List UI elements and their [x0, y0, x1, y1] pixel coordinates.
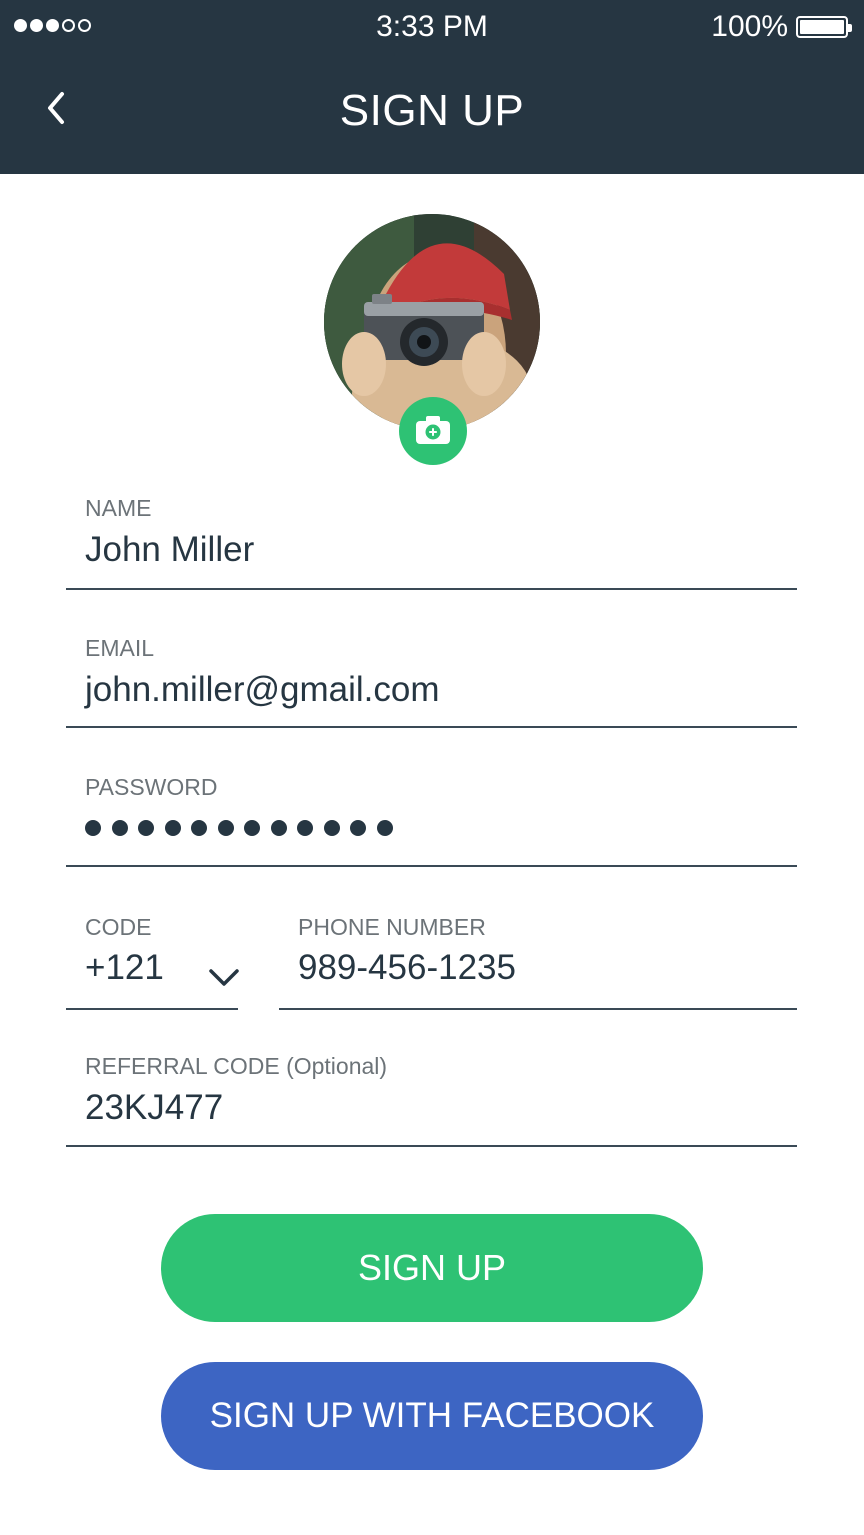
status-bar: 3:33 PM 100%: [0, 0, 864, 56]
password-mask-dot: [164, 820, 181, 836]
password-mask-dot: [297, 820, 313, 836]
password-mask-dot: [138, 820, 154, 836]
password-label: PASSWORD: [85, 774, 218, 800]
password-mask-dot: [244, 820, 260, 836]
password-input[interactable]: [85, 820, 393, 836]
change-photo-button[interactable]: [399, 397, 467, 465]
phone-field[interactable]: PHONE NUMBER 989-456-1235: [279, 908, 797, 1010]
page-title: SIGN UP: [339, 86, 525, 135]
password-mask-dot: [85, 820, 101, 836]
referral-label: REFERRAL CODE (Optional): [85, 1053, 388, 1079]
name-field[interactable]: NAME John Miller: [66, 490, 797, 590]
phone-label: PHONE NUMBER: [298, 914, 486, 940]
referral-code-field[interactable]: REFERRAL CODE (Optional) 23KJ477: [66, 1048, 797, 1147]
referral-input[interactable]: 23KJ477: [85, 1088, 223, 1128]
chevron-down-icon: [209, 969, 239, 986]
password-mask-dot: [323, 820, 340, 836]
email-input[interactable]: john.miller@gmail.com: [85, 670, 440, 710]
password-mask-dot: [191, 820, 207, 836]
password-mask-dot: [376, 820, 393, 836]
code-dropdown-button[interactable]: [206, 964, 242, 990]
battery-percentage: 100%: [711, 10, 788, 43]
name-input[interactable]: John Miller: [85, 530, 254, 570]
password-field[interactable]: PASSWORD: [66, 770, 797, 867]
password-mask-dot: [111, 820, 128, 836]
password-mask-dot: [217, 820, 234, 836]
code-label: CODE: [85, 914, 152, 940]
email-field[interactable]: EMAIL john.miller@gmail.com: [66, 630, 797, 728]
code-value[interactable]: +121: [85, 948, 164, 988]
app-header: 3:33 PM 100% SIGN UP: [0, 0, 864, 174]
name-label: NAME: [85, 495, 152, 521]
password-mask-dot: [350, 820, 366, 836]
country-code-field[interactable]: CODE +121: [66, 908, 239, 1010]
sign-up-button[interactable]: SIGN UP: [161, 1214, 703, 1322]
phone-input[interactable]: 989-456-1235: [298, 948, 516, 988]
sign-up-facebook-button[interactable]: SIGN UP WITH FACEBOOK: [161, 1362, 703, 1470]
camera-add-icon: [416, 416, 450, 444]
password-mask-dot: [270, 820, 287, 836]
email-label: EMAIL: [85, 635, 155, 661]
battery-icon: [796, 16, 852, 38]
